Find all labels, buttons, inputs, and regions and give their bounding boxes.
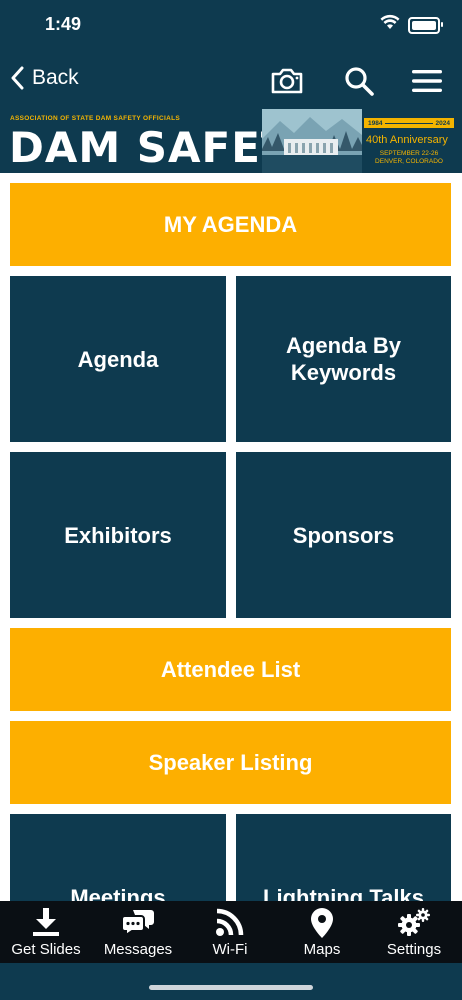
attendee-list-label: Attendee List	[160, 657, 301, 682]
status-bar: 1:49	[0, 0, 462, 52]
tab-bar: Get Slides Messages Wi-Fi Maps Settings	[0, 901, 462, 963]
tab-label: Settings	[386, 941, 442, 958]
chevron-left-icon	[11, 66, 24, 90]
my-agenda-label: MY AGENDA	[163, 212, 298, 237]
agenda-label: Agenda	[77, 346, 159, 372]
banner-year-start: 1984	[368, 119, 383, 127]
exhibitors-tile[interactable]: Exhibitors	[10, 452, 226, 618]
tab-maps[interactable]: Maps	[276, 901, 368, 963]
tab-messages[interactable]: Messages	[92, 901, 184, 963]
exhibitors-label: Exhibitors	[64, 522, 172, 548]
speaker-listing-button[interactable]: Speaker Listing	[10, 721, 451, 804]
event-banner: ASSOCIATION OF STATE DAM SAFETY OFFICIAL…	[0, 109, 462, 173]
banner-year-end: 2024	[435, 119, 450, 127]
wifi-status-icon	[380, 14, 400, 35]
status-time: 1:49	[45, 14, 82, 34]
agenda-tile[interactable]: Agenda	[10, 276, 226, 442]
attendee-list-button[interactable]: Attendee List	[10, 628, 451, 711]
sponsors-label: Sponsors	[292, 522, 395, 548]
tab-wifi[interactable]: Wi-Fi	[184, 901, 276, 963]
sponsors-tile[interactable]: Sponsors	[236, 452, 451, 618]
tab-label: Maps	[303, 941, 341, 958]
banner-anniversary: 40th Anniversary	[366, 134, 448, 146]
speaker-listing-label: Speaker Listing	[148, 750, 313, 775]
banner-dates-block: SEPTEMBER 22-26 DENVER, COLORADO	[364, 150, 454, 166]
back-button[interactable]: Back	[10, 66, 79, 90]
wifi-icon	[184, 907, 276, 937]
menu-icon[interactable]	[411, 66, 443, 101]
timeline-line	[385, 122, 433, 124]
chat-icon	[92, 907, 184, 937]
download-icon	[0, 907, 92, 937]
tab-get-slides[interactable]: Get Slides	[0, 901, 92, 963]
tab-label: Wi-Fi	[212, 941, 248, 958]
camera-icon[interactable]	[270, 66, 304, 101]
my-agenda-button[interactable]: MY AGENDA	[10, 183, 451, 266]
tab-label: Get Slides	[11, 941, 81, 958]
back-label: Back	[32, 66, 79, 89]
banner-years: 1984 2024	[364, 118, 454, 128]
gear-icon	[368, 907, 460, 937]
nav-bar: Back	[0, 52, 462, 109]
battery-icon	[408, 17, 443, 34]
agenda-by-keywords-label: Agenda By Keywords	[286, 333, 401, 385]
banner-dates: SEPTEMBER 22-26	[379, 150, 439, 157]
home-indicator[interactable]	[149, 985, 313, 990]
dam-landscape-image	[262, 109, 362, 173]
tab-settings[interactable]: Settings	[368, 901, 460, 963]
banner-org: ASSOCIATION OF STATE DAM SAFETY OFFICIAL…	[10, 115, 180, 122]
map-pin-icon	[276, 907, 368, 938]
home-indicator-area	[0, 963, 462, 1000]
search-icon[interactable]	[344, 66, 374, 101]
banner-location: DENVER, COLORADO	[375, 158, 443, 165]
agenda-by-keywords-tile[interactable]: Agenda By Keywords	[236, 276, 451, 442]
tab-label: Messages	[103, 941, 173, 958]
